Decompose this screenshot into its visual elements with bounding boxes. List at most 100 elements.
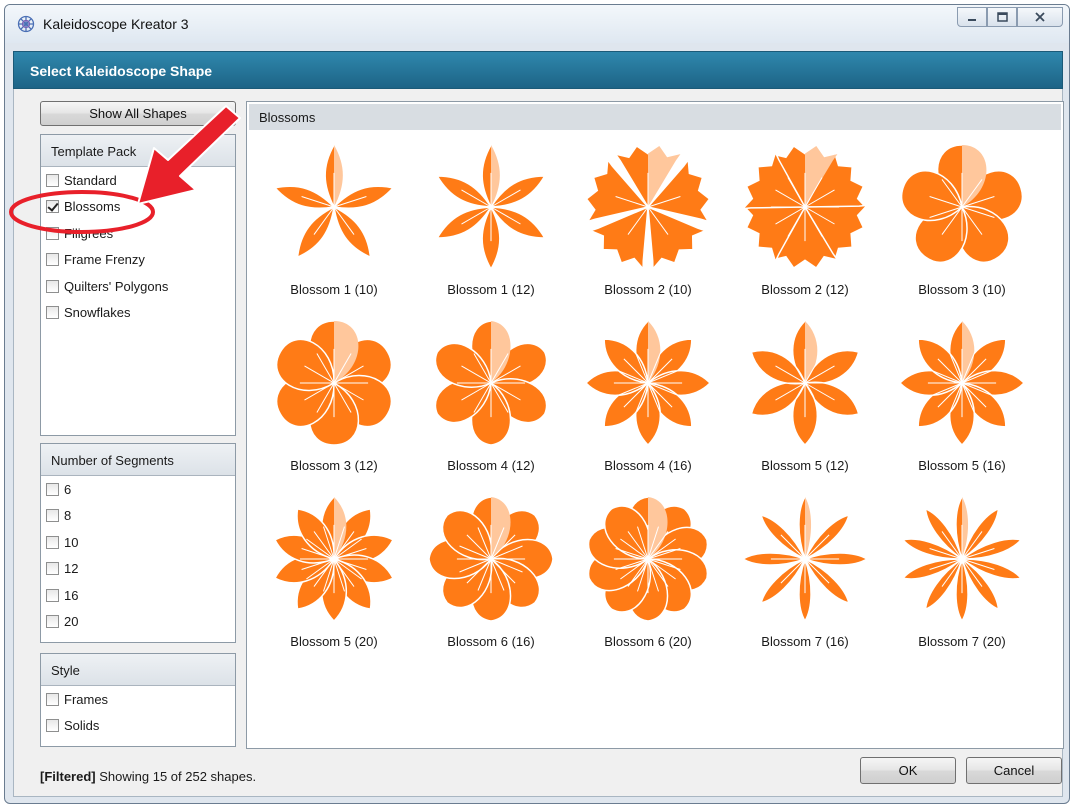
checkbox-row[interactable]: 12 [41, 556, 235, 583]
status-count: Showing 15 of 252 shapes. [95, 769, 257, 784]
maximize-icon [996, 12, 1008, 22]
blossom-shape-icon [588, 496, 708, 622]
checkbox-row[interactable]: Snowflakes [41, 300, 235, 327]
minimize-button[interactable] [957, 7, 987, 27]
shape-tile[interactable]: Blossom 5 (12) [730, 318, 880, 488]
checkbox-icon[interactable] [46, 615, 59, 629]
checkbox-row[interactable]: Frames [41, 686, 235, 713]
shape-label: Blossom 3 (12) [290, 458, 378, 473]
blossom-shape-icon [274, 495, 394, 623]
checkbox-icon[interactable] [46, 253, 59, 267]
checkbox-label: 10 [64, 534, 79, 550]
minimize-icon [968, 19, 976, 21]
blossom-shape-icon [898, 319, 1026, 447]
checkbox-row[interactable]: Standard [41, 167, 235, 194]
checkbox-row[interactable]: 20 [41, 609, 235, 636]
checkbox-row[interactable]: Blossoms [41, 194, 235, 221]
blossom-shape-icon [584, 319, 712, 447]
segments-heading: Number of Segments [41, 444, 235, 476]
shape-tile[interactable]: Blossom 1 (12) [416, 142, 566, 312]
shape-tile[interactable]: Blossom 2 (10) [573, 142, 723, 312]
checkbox-icon[interactable] [46, 306, 59, 320]
checkbox-row[interactable]: 16 [41, 582, 235, 609]
blossom-shape-icon [741, 495, 869, 623]
checkbox-row[interactable]: Solids [41, 713, 235, 740]
shape-label: Blossom 5 (16) [918, 458, 1006, 473]
close-button[interactable] [1017, 7, 1063, 27]
shape-tile[interactable]: Blossom 1 (10) [259, 142, 409, 312]
checkbox-icon[interactable] [46, 279, 59, 293]
style-panel: Style Frames Solids [40, 653, 236, 747]
shape-tile[interactable]: Blossom 5 (20) [259, 494, 409, 664]
ok-button[interactable]: OK [860, 757, 956, 784]
checkbox-icon[interactable] [46, 562, 59, 576]
shape-label: Blossom 7 (16) [761, 634, 849, 649]
shape-label: Blossom 6 (20) [604, 634, 692, 649]
segments-panel: Number of Segments 6 8 10 12 16 20 [40, 443, 236, 643]
shape-label: Blossom 5 (12) [761, 458, 849, 473]
checkbox-icon[interactable] [46, 692, 59, 706]
shape-label: Blossom 3 (10) [918, 282, 1006, 297]
checkbox-icon[interactable] [46, 173, 59, 187]
shape-tile[interactable]: Blossom 6 (16) [416, 494, 566, 664]
blossom-shape-icon [273, 143, 395, 259]
blossom-shape-icon [750, 319, 860, 447]
dialog-body: Show All Shapes Template Pack Standard Bl… [13, 89, 1064, 797]
shape-tile[interactable]: Blossom 6 (20) [573, 494, 723, 664]
checkbox-label: Solids [64, 718, 100, 734]
checkbox-icon[interactable] [46, 588, 59, 602]
checkbox-row[interactable]: 6 [41, 476, 235, 503]
shape-tile[interactable]: Blossom 2 (12) [730, 142, 880, 312]
checkbox-row[interactable]: 10 [41, 529, 235, 556]
shape-label: Blossom 6 (16) [447, 634, 535, 649]
checkbox-icon[interactable] [46, 226, 59, 240]
checkbox-icon[interactable] [46, 482, 59, 496]
blossom-shape-icon [428, 496, 554, 622]
shape-tile[interactable]: Blossom 3 (10) [887, 142, 1037, 312]
template-pack-list: Standard Blossoms Filigrees Frame Frenzy Qui… [41, 167, 235, 326]
shape-tile[interactable]: Blossom 3 (12) [259, 318, 409, 488]
shape-label: Blossom 7 (20) [918, 634, 1006, 649]
shape-label: Blossom 1 (10) [290, 282, 378, 297]
checkbox-row[interactable]: Filigrees [41, 220, 235, 247]
blossom-shape-icon [275, 320, 393, 446]
blossom-shape-icon [434, 320, 548, 446]
shape-tile[interactable]: Blossom 4 (16) [573, 318, 723, 488]
checkbox-icon[interactable] [46, 509, 59, 523]
checkbox-label: 6 [64, 481, 72, 497]
filtered-tag: [Filtered] [40, 769, 96, 784]
checkbox-label: 20 [64, 614, 79, 630]
window-title: Kaleidoscope Kreator 3 [43, 16, 189, 32]
shape-tile[interactable]: Blossom 7 (20) [887, 494, 1037, 664]
style-heading: Style [41, 654, 235, 686]
checkbox-icon[interactable] [46, 200, 59, 214]
checkbox-label: Standard [64, 172, 117, 188]
style-list: Frames Solids [41, 686, 235, 739]
shape-label: Blossom 2 (12) [761, 282, 849, 297]
checkbox-label: Filigrees [64, 225, 114, 241]
shape-tile[interactable]: Blossom 7 (16) [730, 494, 880, 664]
gallery-header: Blossoms [249, 104, 1061, 130]
template-pack-panel: Template Pack Standard Blossoms Filigrees F… [40, 134, 236, 436]
checkbox-row[interactable]: Quilters' Polygons [41, 273, 235, 300]
close-icon [1035, 12, 1045, 22]
maximize-button[interactable] [987, 7, 1017, 27]
shape-label: Blossom 2 (10) [604, 282, 692, 297]
checkbox-row[interactable]: Frame Frenzy [41, 247, 235, 274]
dialog-heading: Select Kaleidoscope Shape [30, 63, 213, 79]
checkbox-label: Snowflakes [64, 305, 131, 321]
shape-label: Blossom 1 (12) [447, 282, 535, 297]
checkbox-label: Blossoms [64, 199, 121, 215]
checkbox-row[interactable]: 8 [41, 503, 235, 530]
checkbox-icon[interactable] [46, 535, 59, 549]
cancel-button[interactable]: Cancel [966, 757, 1062, 784]
shape-tile[interactable]: Blossom 5 (16) [887, 318, 1037, 488]
status-text: [Filtered] Showing 15 of 252 shapes. [40, 769, 256, 784]
shape-label: Blossom 4 (12) [447, 458, 535, 473]
checkbox-icon[interactable] [46, 719, 59, 733]
title-bar[interactable]: Kaleidoscope Kreator 3 [5, 5, 1069, 43]
shape-label: Blossom 5 (20) [290, 634, 378, 649]
show-all-shapes-button[interactable]: Show All Shapes [40, 101, 236, 126]
shape-tile[interactable]: Blossom 4 (12) [416, 318, 566, 488]
blossom-shape-icon [435, 143, 547, 271]
